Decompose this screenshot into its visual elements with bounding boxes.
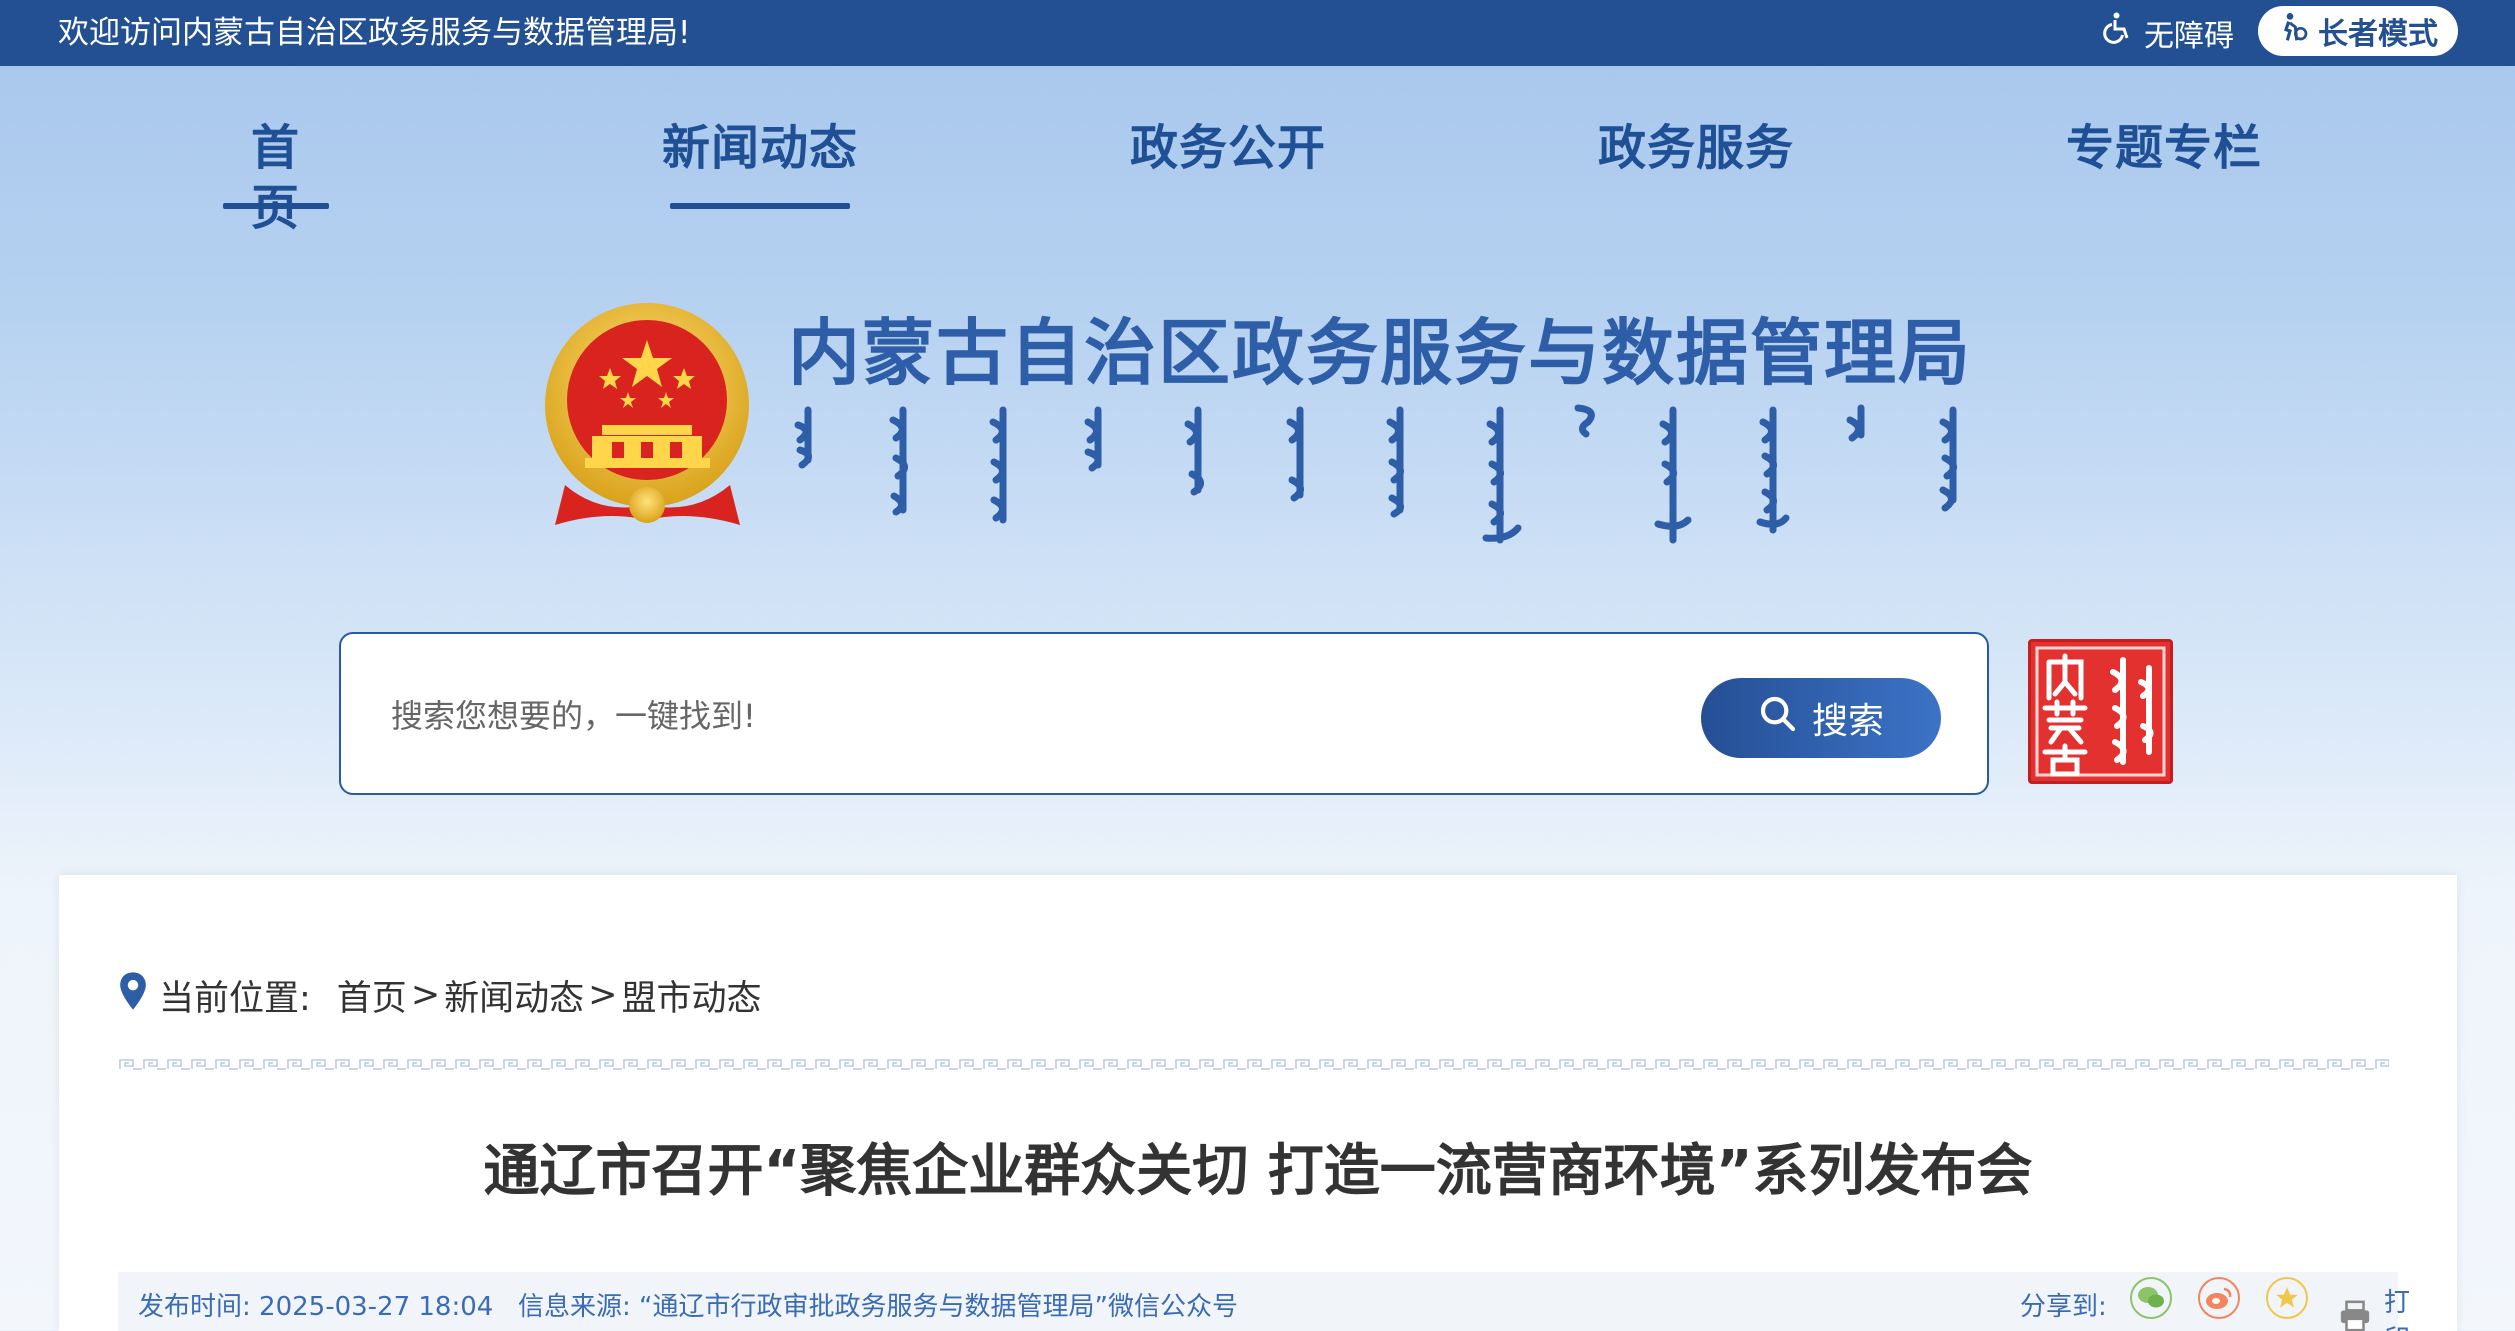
location-pin-icon bbox=[119, 971, 147, 1020]
elder-mode-button[interactable]: 长者模式 bbox=[2258, 6, 2458, 56]
nav-item-label: 政务服务 bbox=[1597, 120, 1794, 176]
elder-icon bbox=[2278, 11, 2310, 51]
nav-item-label: 新闻动态 bbox=[661, 120, 858, 176]
breadcrumb-league-news-link[interactable]: 盟市动态 bbox=[621, 970, 761, 1021]
search-bar: 搜索 bbox=[339, 632, 1989, 795]
decorative-pattern-divider bbox=[119, 1055, 2389, 1070]
nav-item-public-affairs[interactable]: 政务公开 bbox=[1128, 118, 1328, 178]
article-title: 通辽市召开“聚焦企业群众关切 打造一流营商环境”系列发布会 bbox=[483, 1139, 2033, 1204]
article-source: 信息来源: “通辽市行政审批政务服务与数据管理局”微信公众号 bbox=[518, 1292, 1238, 1322]
article-meta-bar: 发布时间: 2025-03-27 18:04 信息来源: “通辽市行政审批政务服… bbox=[118, 1272, 2410, 1331]
print-label: 打印 bbox=[2384, 1288, 2411, 1331]
nav-item-home[interactable]: 首 页 bbox=[203, 118, 348, 238]
breadcrumb-label: 当前位置: bbox=[159, 978, 311, 1019]
main-nav: 首 页 新闻动态 政务公开 政务服务 专题专栏 bbox=[0, 110, 2515, 236]
search-button-label: 搜索 bbox=[1811, 701, 1884, 742]
top-bar: 欢迎访问内蒙古自治区政务服务与数据管理局! 无障碍 长者模式 bbox=[0, 0, 2515, 66]
wechat-share-icon[interactable] bbox=[2130, 1277, 2172, 1319]
mongolian-script-title bbox=[788, 400, 1978, 550]
nav-item-label: 政务公开 bbox=[1129, 120, 1326, 176]
breadcrumb-news-link[interactable]: 新闻动态 bbox=[444, 970, 584, 1021]
nav-active-underline bbox=[670, 203, 850, 209]
share-label: 分享到: bbox=[2020, 1292, 2107, 1322]
printer-icon bbox=[2338, 1300, 2372, 1331]
national-emblem-icon bbox=[540, 300, 755, 535]
favorite-star-icon[interactable] bbox=[2266, 1277, 2308, 1319]
inner-mongolia-seal-logo bbox=[2028, 639, 2173, 784]
nav-active-underline bbox=[222, 203, 329, 209]
nav-item-news[interactable]: 新闻动态 bbox=[660, 118, 860, 209]
wheelchair-icon bbox=[2100, 11, 2136, 55]
welcome-text: 欢迎访问内蒙古自治区政务服务与数据管理局! bbox=[58, 15, 691, 51]
print-button[interactable]: 打印 bbox=[2338, 1282, 2410, 1331]
nav-item-label: 专题专栏 bbox=[2065, 120, 2262, 176]
elder-mode-label: 长者模式 bbox=[2318, 17, 2438, 52]
breadcrumb: 当前位置: 首页 > 新闻动态 > 盟市动态 bbox=[119, 970, 762, 1020]
search-button[interactable]: 搜索 bbox=[1701, 678, 1941, 758]
nav-item-special-topics[interactable]: 专题专栏 bbox=[2064, 118, 2264, 178]
publish-time: 发布时间: 2025-03-27 18:04 bbox=[138, 1292, 494, 1322]
nav-item-label: 首 页 bbox=[250, 120, 350, 236]
accessibility-link[interactable]: 无障碍 bbox=[2100, 10, 2234, 56]
accessibility-label: 无障碍 bbox=[2144, 19, 2234, 54]
search-input[interactable] bbox=[391, 686, 1591, 746]
site-title: 内蒙古自治区政务服务与数据管理局 bbox=[788, 311, 1973, 395]
breadcrumb-separator: > bbox=[410, 975, 441, 1015]
breadcrumb-separator: > bbox=[588, 975, 618, 1015]
breadcrumb-home-link[interactable]: 首页 bbox=[337, 970, 407, 1021]
content-panel: 当前位置: 首页 > 新闻动态 > 盟市动态 通辽市召开“聚焦企业群众关切 打造… bbox=[59, 875, 2457, 1331]
weibo-share-icon[interactable] bbox=[2198, 1277, 2240, 1319]
nav-item-government-services[interactable]: 政务服务 bbox=[1596, 118, 1796, 178]
search-icon bbox=[1758, 694, 1798, 743]
